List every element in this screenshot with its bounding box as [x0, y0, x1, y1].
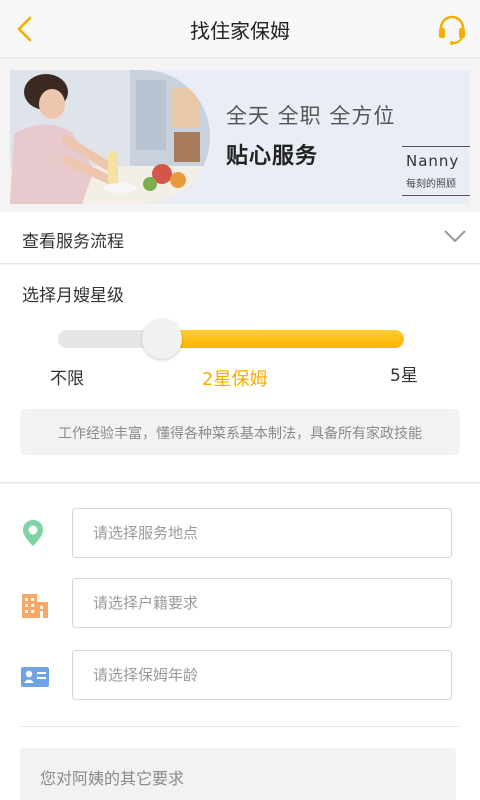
requirements-form [0, 484, 480, 800]
location-pin-icon [23, 520, 43, 546]
service-process-label: 查看服务流程 [22, 232, 124, 252]
slider-thumb[interactable] [141, 319, 182, 359]
other-requirements-field[interactable] [20, 748, 456, 800]
star-description-text: 工作经验丰富，懂得各种菜系基本制法，具备所有家政技能 [58, 426, 422, 442]
service-process-row[interactable]: 查看服务流程 [0, 212, 480, 264]
id-card-icon [21, 667, 49, 687]
customer-service-button[interactable] [436, 12, 468, 46]
form-divider [20, 726, 460, 727]
building-icon [22, 594, 48, 618]
slider-fill [161, 330, 404, 348]
banner-slogan: 全天 全职 全方位 [226, 104, 396, 128]
nanny-age-field[interactable] [72, 650, 452, 700]
star-description-box: 工作经验丰富，懂得各种菜系基本制法，具备所有家政技能 [20, 409, 460, 455]
banner-brand: Nanny 每刻的照顾 [402, 146, 470, 196]
hukou-requirement-field[interactable] [72, 578, 452, 628]
star-level-section: 选择月嫂星级 不限 2星保姆 5星 工作经验丰富，懂得各种菜系基本制法，具备所有… [0, 265, 480, 483]
page-title: 找住家保姆 [190, 19, 290, 43]
banner-photo [10, 70, 210, 204]
promo-banner[interactable]: 全天 全职 全方位 贴心服务 Nanny 每刻的照顾 [10, 70, 470, 204]
star-level-slider[interactable] [58, 330, 404, 348]
chevron-down-icon [444, 230, 466, 242]
slider-min-label: 不限 [50, 369, 84, 389]
star-level-label: 选择月嫂星级 [22, 286, 124, 306]
brand-tagline: 每刻的照顾 [406, 179, 456, 190]
slider-max-label: 5星 [390, 366, 418, 386]
header-bar: 找住家保姆 [0, 0, 480, 58]
brand-name: Nanny [406, 152, 460, 170]
service-location-field[interactable] [72, 508, 452, 558]
banner-headline: 贴心服务 [226, 144, 319, 169]
slider-current-label: 2星保姆 [202, 369, 268, 390]
headset-icon [439, 15, 465, 45]
